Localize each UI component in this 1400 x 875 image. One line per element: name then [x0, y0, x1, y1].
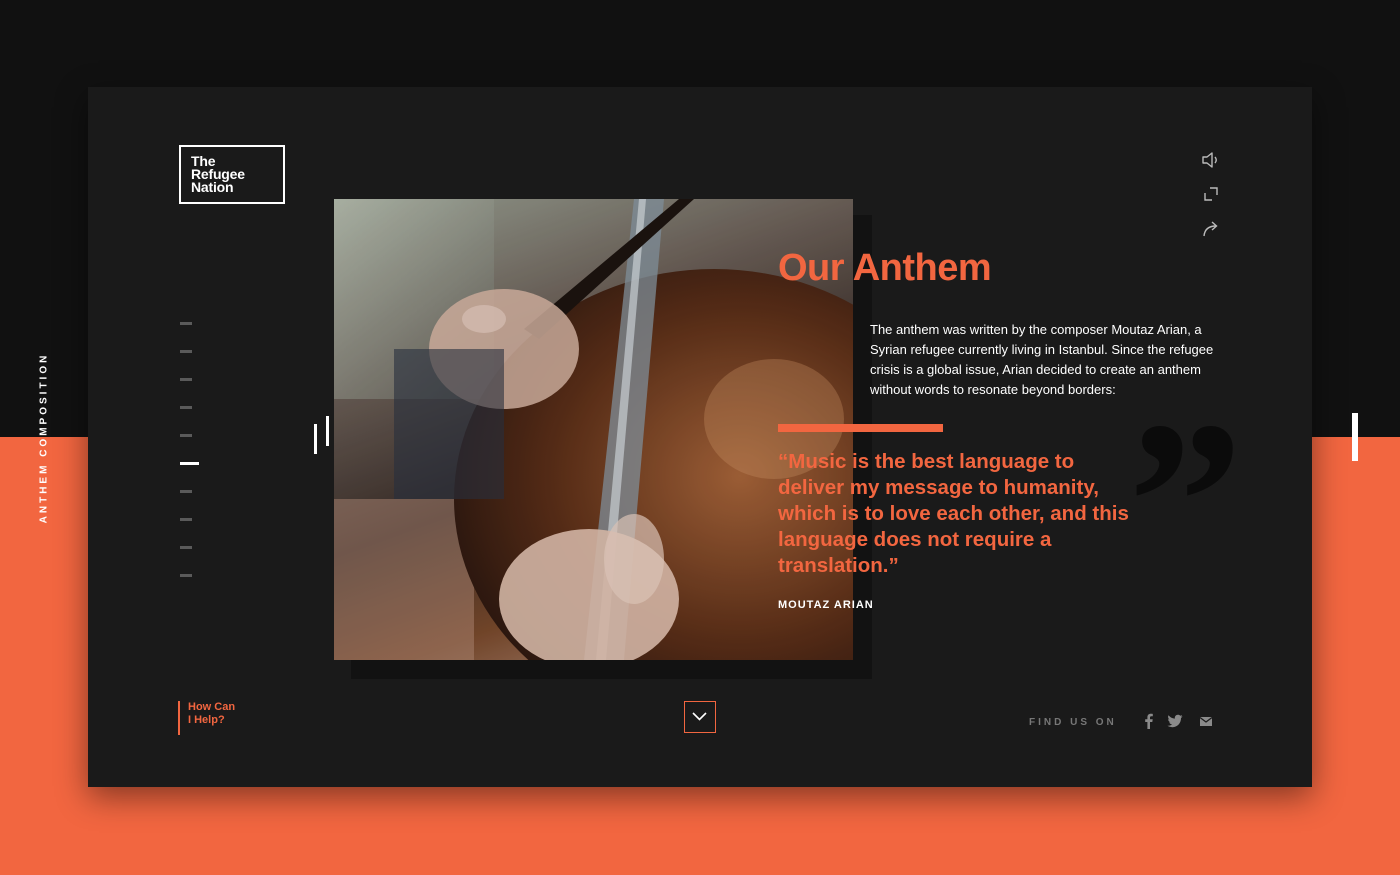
help-link-line: I Help? — [188, 714, 225, 726]
help-link[interactable]: How Can I Help? — [178, 701, 235, 735]
section-nav — [180, 322, 199, 602]
section-nav-item-active[interactable] — [180, 462, 199, 465]
accent-divider — [778, 424, 943, 432]
violinist-photo — [334, 199, 853, 660]
section-label: ANTHEM COMPOSITION — [38, 352, 50, 524]
share-icon[interactable] — [1200, 217, 1222, 239]
violin-illustration — [334, 199, 853, 660]
speaker-icon[interactable] — [1200, 149, 1222, 171]
section-title: Our Anthem — [778, 247, 992, 289]
scroll-indicator[interactable] — [1352, 413, 1358, 461]
section-nav-item[interactable] — [180, 350, 192, 353]
section-nav-item[interactable] — [180, 378, 192, 381]
main-panel: The Refugee Nation Our Anthem The anthem… — [88, 87, 1312, 787]
quote-mark-icon: ” — [1128, 374, 1243, 629]
section-nav-item[interactable] — [180, 518, 192, 521]
section-nav-item[interactable] — [180, 434, 192, 437]
quote-text: “Music is the best language to deliver m… — [778, 450, 1129, 577]
section-nav-item[interactable] — [180, 322, 192, 325]
twitter-icon[interactable] — [1167, 713, 1183, 729]
scroll-down-button[interactable] — [684, 701, 716, 733]
section-nav-item[interactable] — [180, 546, 192, 549]
site-logo[interactable]: The Refugee Nation — [179, 145, 285, 204]
quote-author: MOUTAZ ARIAN — [778, 599, 874, 611]
section-nav-item[interactable] — [180, 490, 192, 493]
toolbar — [1200, 149, 1224, 251]
help-link-line: How Can — [188, 701, 236, 713]
mail-icon[interactable] — [1199, 713, 1213, 729]
find-us-label: FIND US ON — [1029, 717, 1117, 728]
section-nav-item[interactable] — [180, 574, 192, 577]
facebook-icon[interactable] — [1142, 713, 1156, 729]
expand-icon[interactable] — [1200, 183, 1222, 205]
logo-line: Nation — [191, 179, 234, 195]
chevron-down-icon — [692, 712, 707, 721]
section-nav-item[interactable] — [180, 406, 192, 409]
